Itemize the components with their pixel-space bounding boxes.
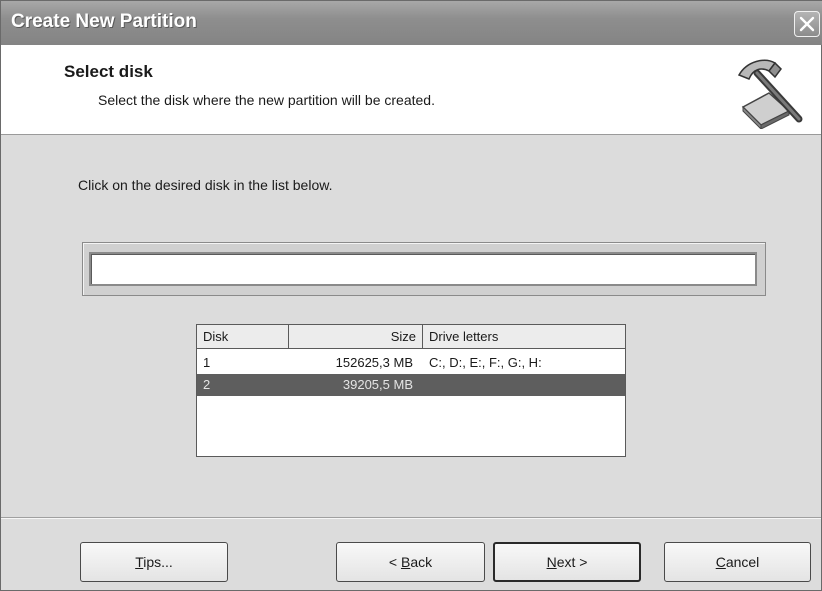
title-bar[interactable]: Create New Partition: [1, 1, 822, 45]
instruction-text: Click on the desired disk in the list be…: [78, 177, 333, 193]
disk-number: 2: [203, 377, 211, 392]
disk-layout-bar: [82, 242, 766, 296]
back-mnemonic: B: [400, 554, 411, 570]
partition-map[interactable]: [89, 252, 757, 286]
column-header-disk[interactable]: Disk: [197, 325, 289, 348]
cancel-mnemonic: C: [715, 554, 726, 570]
disk-number: 1: [203, 355, 211, 370]
cancel-button[interactable]: Cancel: [664, 542, 811, 582]
back-arrow: <: [388, 554, 401, 570]
tips-button[interactable]: Tips...: [80, 542, 228, 582]
disk-row-selected[interactable]: 2 39205,5 MB: [197, 374, 625, 396]
wizard-header: Select disk Select the disk where the ne…: [1, 45, 821, 135]
close-icon: [799, 16, 815, 32]
page-title: Select disk: [64, 62, 153, 81]
window-title: Create New Partition: [11, 11, 197, 32]
disk-drive-letters: [423, 374, 623, 396]
disk-size: 152625,3 MB: [335, 355, 413, 370]
list-header: Disk Size Drive letters: [197, 325, 625, 349]
column-header-size[interactable]: Size: [289, 325, 423, 348]
close-button[interactable]: [794, 11, 820, 37]
next-button[interactable]: Next >: [493, 542, 641, 582]
hammer-disk-icon: [737, 59, 803, 129]
back-button[interactable]: < Back: [336, 542, 485, 582]
disk-drive-letters: C:, D:, E:, F:, G:, H:: [429, 355, 542, 370]
tips-label: ips...: [143, 554, 173, 570]
disk-size: 39205,5 MB: [342, 377, 413, 392]
page-subtitle: Select the disk where the new partition …: [98, 92, 435, 108]
next-label: ext >: [556, 554, 588, 570]
next-mnemonic: N: [546, 554, 557, 570]
column-header-drive-letters[interactable]: Drive letters: [423, 325, 625, 348]
cancel-label: ancel: [725, 554, 760, 570]
back-label: ack: [410, 554, 433, 570]
disk-list[interactable]: Disk Size Drive letters 1 152625,3 MB C:…: [196, 324, 626, 457]
footer-divider: [1, 517, 821, 519]
disk-row[interactable]: 1 152625,3 MB C:, D:, E:, F:, G:, H:: [197, 352, 625, 374]
create-partition-dialog: Create New Partition Select disk Select …: [0, 0, 822, 591]
